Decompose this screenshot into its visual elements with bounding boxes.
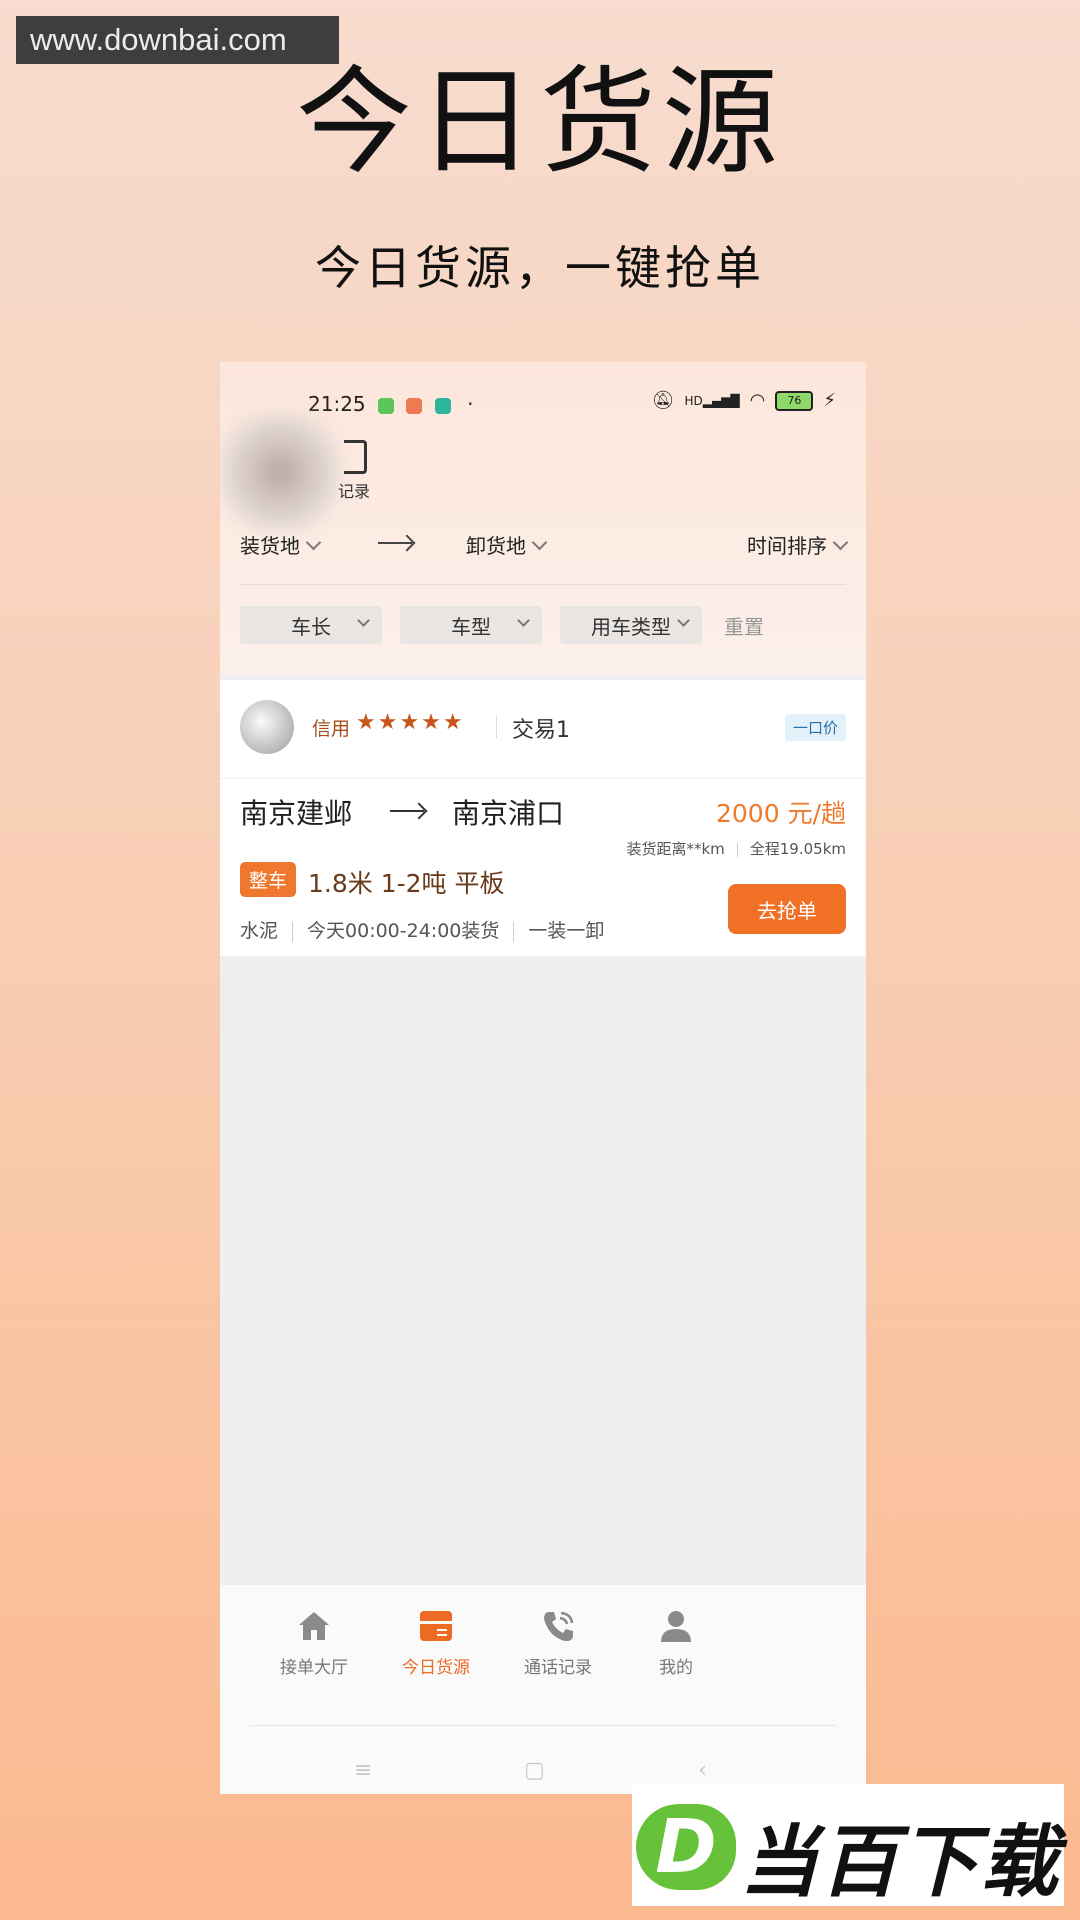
chevron-down-icon (531, 534, 548, 551)
vehicle-spec: 1.8米 1-2吨 平板 (308, 869, 505, 898)
tab-order-hall[interactable]: 接单大厅 (264, 1607, 364, 1678)
cargo-box-icon (420, 1611, 452, 1641)
divider (496, 716, 497, 738)
avatar (240, 700, 294, 754)
header-area: 21:25 · 🔕︎ HD▂▄▆█ ◠ 76 ⚡︎ 记录 装货地 卸货地 时间排… (220, 362, 866, 674)
avatar (220, 412, 340, 532)
promo-title: 今日货源 (296, 55, 784, 190)
arrow-right-icon (390, 810, 424, 812)
user-icon (661, 1611, 691, 1642)
app-notification-icon (406, 397, 423, 414)
vehicle-type-chip[interactable]: 车型 (400, 606, 542, 644)
charging-icon: ⚡︎ (823, 390, 836, 411)
load-time: 今天00:00-24:00装货 (307, 920, 500, 942)
shield-icon (434, 397, 451, 414)
tab-label: 我的 (659, 1658, 693, 1678)
record-icon (344, 440, 367, 474)
chevron-down-icon (305, 534, 322, 551)
back-icon[interactable]: ‹ (698, 1758, 707, 1783)
route-filter: 装货地 卸货地 时间排序 (240, 530, 849, 574)
mute-bell-icon: 🔕︎ (651, 390, 675, 411)
home-square-icon[interactable]: ▢ (524, 1758, 545, 1783)
bottom-tab-bar: 接单大厅 今日货源 通话记录 我的 ≡ ▢ ‹ (220, 1584, 866, 1794)
price-type-badge: 一口价 (784, 714, 846, 741)
record-link[interactable]: 记录 (338, 440, 370, 502)
chevron-down-icon (517, 614, 530, 627)
sort-filter[interactable]: 时间排序 (747, 530, 849, 559)
grab-order-button[interactable]: 去抢单 (728, 884, 846, 934)
load-mode: 一装一卸 (528, 920, 605, 942)
battery-icon: 76 (775, 390, 814, 411)
tab-call-log[interactable]: 通话记录 (508, 1607, 608, 1678)
watermark-logo: D 当百下载 (632, 1784, 1064, 1908)
status-indicators: 🔕︎ HD▂▄▆█ ◠ 76 ⚡︎ (652, 390, 836, 411)
tab-label: 通话记录 (524, 1658, 592, 1678)
cargo-type: 水泥 (240, 920, 279, 942)
tab-label: 接单大厅 (280, 1658, 348, 1678)
chip-filters: 车长 车型 用车类型 重置 (240, 606, 764, 644)
load-place-filter[interactable]: 装货地 (240, 530, 322, 559)
phone-icon (544, 1611, 574, 1642)
vehicle-length-chip[interactable]: 车长 (240, 606, 382, 644)
wifi-icon: ◠ (749, 390, 766, 411)
order-card-header: 信用 ★★★★★ 交易1 一口价 (220, 680, 866, 779)
chevron-down-icon (677, 614, 690, 627)
price: 2000 元/趟 (716, 799, 846, 828)
star-rating-icon: ★★★★★ (356, 710, 465, 735)
signal-icon: HD▂▄▆█ (684, 393, 740, 408)
dot-icon: · (467, 392, 474, 416)
chevron-down-icon (832, 534, 849, 551)
home-icon (299, 1612, 329, 1640)
chevron-down-icon (357, 614, 370, 627)
reset-button[interactable]: 重置 (724, 611, 764, 640)
full-truck-tag: 整车 (240, 862, 297, 897)
usage-type-chip[interactable]: 用车类型 (560, 606, 702, 644)
credit-label: 信用 (312, 718, 351, 740)
distance-info: 装货距离**km 全程19.05km (626, 838, 846, 859)
route-to: 南京浦口 (452, 797, 565, 830)
tab-mine[interactable]: 我的 (626, 1607, 726, 1678)
cargo-meta: 水泥 今天00:00-24:00装货 一装一卸 (240, 916, 604, 943)
route-from: 南京建邺 (240, 797, 353, 830)
watermark-site: www.downbai.com (16, 16, 339, 64)
trade-count: 交易1 (512, 718, 570, 743)
tab-label: 今日货源 (402, 1658, 470, 1678)
unload-place-filter[interactable]: 卸货地 (466, 530, 548, 559)
total-distance: 全程19.05km (749, 840, 846, 858)
divider (240, 584, 846, 585)
app-notification-icon (378, 397, 394, 414)
promo-subtitle: 今日货源，一键抢单 (315, 241, 765, 295)
order-card[interactable]: 信用 ★★★★★ 交易1 一口价 南京建邺 南京浦口 2000 元/趟 装货距离… (220, 680, 866, 956)
brand-text: 当百下载 (740, 1818, 1061, 1908)
load-distance: 装货距离**km (626, 840, 725, 858)
menu-icon[interactable]: ≡ (354, 1758, 372, 1783)
brand-logo-icon: D (636, 1804, 736, 1890)
record-label: 记录 (338, 482, 371, 501)
phone-screenshot: 21:25 · 🔕︎ HD▂▄▆█ ◠ 76 ⚡︎ 记录 装货地 卸货地 时间排… (220, 362, 866, 1794)
tab-today-cargo[interactable]: 今日货源 (386, 1607, 486, 1678)
arrow-right-icon (378, 542, 412, 544)
